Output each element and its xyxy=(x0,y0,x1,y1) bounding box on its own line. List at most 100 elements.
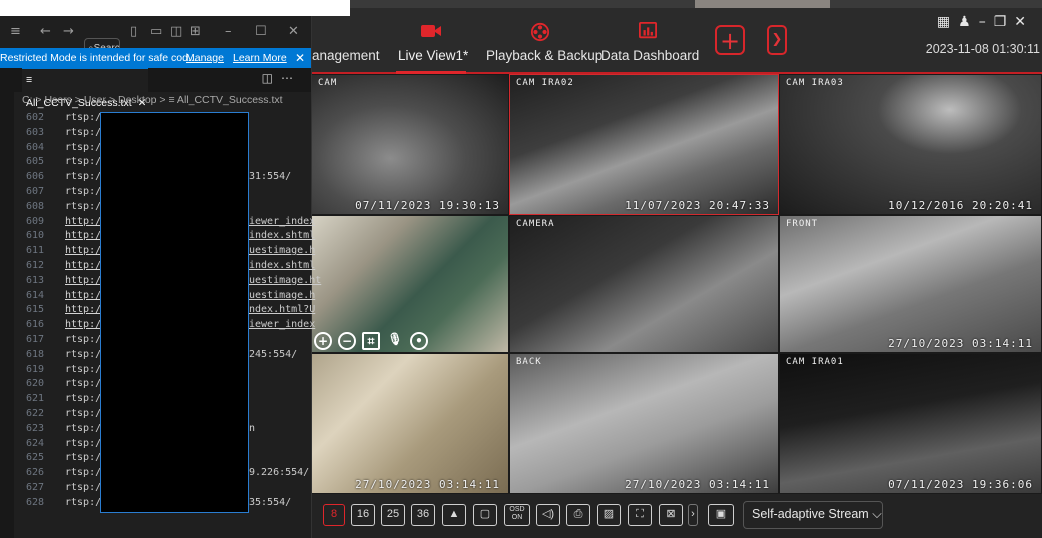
mic-icon[interactable]: 🎙 xyxy=(386,332,404,350)
editor-tab-bar: ≡ All_CCTV_Success.txt ✕ ◫⋯ xyxy=(0,68,311,109)
split-editor-icon[interactable]: ◫ xyxy=(262,71,281,85)
code-text: rtsp:/ xyxy=(65,363,102,375)
grid-icon[interactable]: ▦ xyxy=(937,14,958,30)
stream-select[interactable]: Self-adaptive Stream ⌵ xyxy=(743,501,883,529)
layout-8-button[interactable]: 8 xyxy=(323,504,345,526)
camera-tile[interactable]: CAM IRA02 11/07/2023 20:47:33 xyxy=(509,74,779,215)
code-text: rtsp:/ xyxy=(65,496,102,508)
nav-live-view-label: Live View1* xyxy=(398,48,469,63)
camera-timestamp: 10/12/2016 20:20:41 xyxy=(888,199,1033,212)
learn-more-link[interactable]: Learn More xyxy=(233,48,287,68)
video-camera-icon xyxy=(421,25,441,37)
stream-select-value: Self-adaptive Stream xyxy=(752,507,869,521)
code-text: rtsp:/ xyxy=(65,452,102,464)
camera-tile[interactable]: CAM 07/11/2023 19:30:13 xyxy=(311,74,509,215)
zoom-out-icon[interactable]: − xyxy=(338,332,356,350)
layout-toolbar: 8 16 25 36 ▲ ▢ OSD ON ◁) ⎙ ▨ ⛶ ⊠ › ▣ Sel… xyxy=(311,494,1042,538)
camera-caption: FRONT xyxy=(786,219,819,229)
osd-toggle-button[interactable]: OSD ON xyxy=(504,504,530,526)
close-all-icon[interactable]: ⊠ xyxy=(659,504,683,526)
redaction-box xyxy=(100,112,249,513)
camera-caption: CAM IRA02 xyxy=(516,78,574,88)
menu-icon[interactable]: ≡ xyxy=(10,24,21,39)
focus-icon[interactable]: ⛶ xyxy=(628,504,652,526)
save-icon[interactable]: ▣ xyxy=(708,504,734,526)
nav-playback[interactable]: Playback & Backup xyxy=(485,8,602,72)
line-number: 618 xyxy=(25,348,44,360)
layout-icon[interactable]: ⊞ xyxy=(190,24,201,39)
background-window xyxy=(0,0,350,16)
camera-tile[interactable]: + − ⌗ 🎙 • xyxy=(311,215,509,353)
camera-tile[interactable]: CAM IRA03 10/12/2016 20:20:41 xyxy=(779,74,1042,215)
camera-tile[interactable]: FRONT 27/10/2023 03:14:11 xyxy=(779,215,1042,353)
chevron-down-icon: ⌵ xyxy=(872,507,882,521)
code-tail: iewer_index xyxy=(249,319,316,331)
eject-icon[interactable]: ▲ xyxy=(442,504,466,526)
split-icon[interactable]: ◫ xyxy=(170,24,182,39)
layout-16-button[interactable]: 16 xyxy=(351,504,375,526)
tab-actions: ◫⋯ xyxy=(262,71,301,85)
user-icon[interactable]: ♟ xyxy=(958,14,979,30)
code-tail: iewer_index xyxy=(249,215,316,227)
window-controls: ▦♟–❐✕ xyxy=(937,14,1034,30)
close-icon[interactable]: ✕ xyxy=(295,48,305,68)
tab-all-cctv[interactable]: ≡ All_CCTV_Success.txt ✕ xyxy=(22,68,148,109)
more-icon[interactable]: ⋯ xyxy=(281,71,301,85)
code-text: http:/ xyxy=(65,319,102,331)
nav-data-dashboard[interactable]: Data Dashboard xyxy=(600,8,699,72)
code-text: http:/ xyxy=(65,274,102,286)
panel-toggle-icon[interactable]: ▭ xyxy=(150,24,162,39)
more-icon[interactable]: › xyxy=(688,504,698,526)
manage-link[interactable]: Manage xyxy=(186,48,224,68)
layout-25-button[interactable]: 25 xyxy=(381,504,405,526)
forward-arrow-icon[interactable]: → xyxy=(63,24,74,39)
pattern-icon[interactable]: ▨ xyxy=(597,504,621,526)
maximize-icon[interactable]: ☐ xyxy=(255,24,267,39)
code-tail: index.shtml xyxy=(249,230,316,242)
fullscreen-icon[interactable]: ▢ xyxy=(473,504,497,526)
sidebar-toggle-icon[interactable]: ▯ xyxy=(130,24,137,39)
line-number: 603 xyxy=(25,126,44,138)
camera-tile[interactable]: CAMERA xyxy=(509,215,779,353)
restore-icon[interactable]: ❐ xyxy=(994,14,1015,30)
line-number: 604 xyxy=(25,141,44,153)
close-icon[interactable]: ✕ xyxy=(288,24,299,39)
fit-icon[interactable]: ⌗ xyxy=(362,332,380,350)
nav-management[interactable]: anagement xyxy=(310,8,380,72)
code-tail: uestimage.h xyxy=(249,289,316,301)
code-tail: 31:554/ xyxy=(249,171,292,183)
code-text: rtsp:/ xyxy=(65,186,102,197)
code-text: rtsp:/ xyxy=(65,422,102,434)
code-text: http:/ xyxy=(65,230,102,242)
snapshot-icon[interactable]: ⎙ xyxy=(566,504,590,526)
file-icon: ≡ xyxy=(26,74,33,86)
nav-data-dashboard-label: Data Dashboard xyxy=(601,48,700,63)
line-number: 612 xyxy=(25,260,44,271)
code-text: rtsp:/ xyxy=(65,126,102,138)
next-page-button[interactable]: ❯ xyxy=(767,25,787,55)
location-icon[interactable]: • xyxy=(410,332,428,350)
code-text: http:/ xyxy=(65,215,102,227)
add-view-button[interactable]: + xyxy=(715,25,745,55)
camera-tile[interactable]: BACK 27/10/2023 03:14:11 xyxy=(509,353,779,494)
layout-36-button[interactable]: 36 xyxy=(411,504,435,526)
line-number: 616 xyxy=(25,319,44,331)
zoom-in-icon[interactable]: + xyxy=(314,332,332,350)
chevron-right-icon: ❯ xyxy=(771,32,783,47)
system-datetime: 2023-11-08 01:30:11 xyxy=(925,42,1040,56)
back-arrow-icon[interactable]: ← xyxy=(40,24,51,39)
camera-caption: CAM IRA03 xyxy=(786,78,844,88)
nav-playback-label: Playback & Backup xyxy=(486,48,603,63)
line-number: 613 xyxy=(25,274,44,286)
camera-tile[interactable]: CAM IRA01 07/11/2023 19:36:06 xyxy=(779,353,1042,494)
close-icon[interactable]: ✕ xyxy=(1014,14,1034,30)
minimize-icon[interactable]: – xyxy=(979,14,994,30)
minimize-icon[interactable]: – xyxy=(225,24,232,39)
code-text: http:/ xyxy=(65,260,102,271)
code-text: rtsp:/ xyxy=(65,171,102,183)
restricted-message: Restricted Mode is intended for safe cod… xyxy=(0,52,197,64)
activity-bar xyxy=(0,92,14,538)
audio-icon[interactable]: ◁) xyxy=(536,504,560,526)
camera-tile[interactable]: 27/10/2023 03:14:11 xyxy=(311,353,509,494)
nav-live-view[interactable]: Live View1* xyxy=(396,8,469,74)
